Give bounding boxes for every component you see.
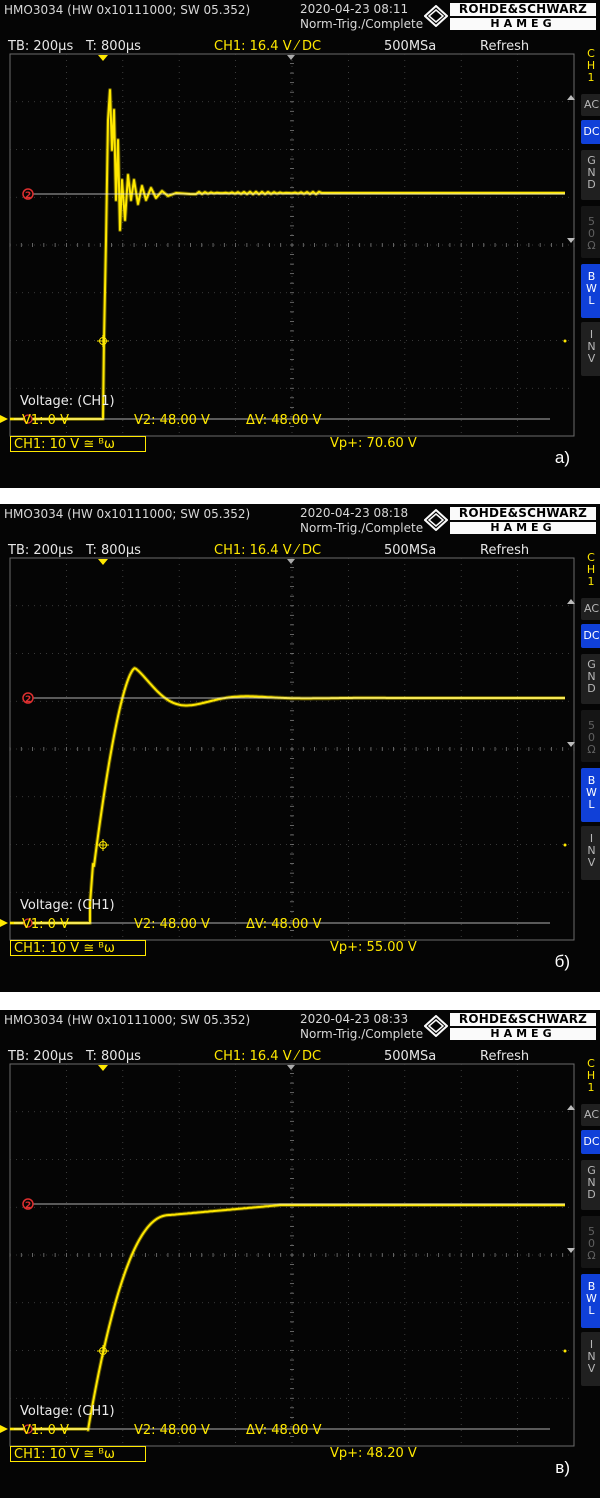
cursor-delta-readout: ΔV: 48.00 V xyxy=(246,917,322,932)
ac-coupling-button[interactable]: AC xyxy=(581,598,600,620)
horizontal-center-marker xyxy=(287,55,295,60)
cursor-2-label: 2 xyxy=(25,191,31,201)
trigger-level-marker xyxy=(563,1349,567,1353)
channel-scale-box[interactable]: CH1: 10 V ≅ ᴮω xyxy=(10,940,146,956)
channel-tab-ch1[interactable]: CH1 xyxy=(585,48,597,84)
cursor-markers: 2 xyxy=(0,1065,575,1434)
cursor-2-label: 2 xyxy=(25,1201,31,1211)
trigger-position-marker xyxy=(98,559,108,565)
cursor-v1-readout: V1: 0 V xyxy=(22,413,69,428)
bwl-button[interactable]: BWL xyxy=(581,768,600,822)
graticule xyxy=(9,53,575,437)
bwl-button[interactable]: BWL xyxy=(581,1274,600,1328)
invert-button[interactable]: INV xyxy=(581,1332,600,1386)
channel-tab-ch1[interactable]: CH1 xyxy=(585,552,597,588)
ch1-ground-arrow xyxy=(0,415,8,423)
cursor-v1-readout: V1: 0 V xyxy=(22,917,69,932)
impedance-50-button[interactable]: 50Ω xyxy=(581,206,600,258)
gnd-button[interactable]: GND xyxy=(581,1160,600,1210)
impedance-50-button[interactable]: 50Ω xyxy=(581,1216,600,1268)
ch1-ground-arrow xyxy=(0,1425,8,1433)
invert-button[interactable]: INV xyxy=(581,826,600,880)
channel-scale-box[interactable]: CH1: 10 V ≅ ᴮω xyxy=(10,436,146,452)
figure-caption: а) xyxy=(554,448,570,467)
dc-coupling-button[interactable]: DC xyxy=(581,1130,600,1154)
trigger-level-marker xyxy=(563,339,567,343)
vp-plus-readout: Vp+: 70.60 V xyxy=(330,436,417,451)
ch1-trace xyxy=(10,88,565,421)
scope-panel-3: HMO3034 (HW 0x10111000; SW 05.352) 2020-… xyxy=(0,1010,600,1498)
cursor-markers: 2 xyxy=(0,55,575,424)
horizontal-center-marker xyxy=(287,559,295,564)
ac-coupling-button[interactable]: AC xyxy=(581,1104,600,1126)
trigger-level-marker xyxy=(563,843,567,847)
trigger-position-marker xyxy=(98,1065,108,1071)
vp-plus-readout: Vp+: 55.00 V xyxy=(330,940,417,955)
cursor-2-label: 2 xyxy=(25,695,31,705)
channel-scale-box[interactable]: CH1: 10 V ≅ ᴮω xyxy=(10,1446,146,1462)
cursor-measure-title: Voltage: (CH1) xyxy=(20,898,115,913)
cursor-v1-readout: V1: 0 V xyxy=(22,1423,69,1438)
cursor-markers: 2 xyxy=(0,559,575,928)
ch1-trace-line xyxy=(10,89,565,420)
trigger-position-marker xyxy=(98,55,108,61)
cursor-delta-readout: ΔV: 48.00 V xyxy=(246,1423,322,1438)
ch1-trace-glow xyxy=(10,666,566,925)
scope-panel-2: HMO3034 (HW 0x10111000; SW 05.352) 2020-… xyxy=(0,504,600,992)
bwl-button[interactable]: BWL xyxy=(581,264,600,318)
channel-tab-ch1[interactable]: CH1 xyxy=(585,1058,597,1094)
ac-coupling-button[interactable]: AC xyxy=(581,94,600,116)
ch1-trace xyxy=(10,666,566,925)
ch1-trace-glow xyxy=(10,88,565,421)
scope-panel-1: HMO3034 (HW 0x10111000; SW 05.352) 2020-… xyxy=(0,0,600,488)
horizontal-center-marker xyxy=(287,1065,295,1070)
gnd-button[interactable]: GND xyxy=(581,654,600,704)
graticule xyxy=(9,557,575,941)
ch1-trace-line xyxy=(10,1204,565,1431)
ch1-trace xyxy=(10,1203,566,1432)
gnd-button[interactable]: GND xyxy=(581,150,600,200)
dc-coupling-button[interactable]: DC xyxy=(581,120,600,144)
impedance-50-button[interactable]: 50Ω xyxy=(581,710,600,762)
figure-caption: в) xyxy=(555,1458,570,1477)
dc-coupling-button[interactable]: DC xyxy=(581,624,600,648)
cursor-measure-title: Voltage: (CH1) xyxy=(20,1404,115,1419)
figure-caption: б) xyxy=(554,952,570,971)
cursor-v2-readout: V2: 48.00 V xyxy=(134,413,210,428)
ch1-ground-arrow xyxy=(0,919,8,927)
cursor-v2-readout: V2: 48.00 V xyxy=(134,917,210,932)
invert-button[interactable]: INV xyxy=(581,322,600,376)
cursor-delta-readout: ΔV: 48.00 V xyxy=(246,413,322,428)
vp-plus-readout: Vp+: 48.20 V xyxy=(330,1446,417,1461)
cursor-measure-title: Voltage: (CH1) xyxy=(20,394,115,409)
cursor-v2-readout: V2: 48.00 V xyxy=(134,1423,210,1438)
